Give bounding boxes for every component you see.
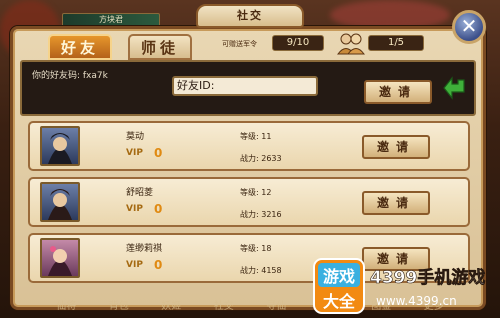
game-screen: 方块君 社交 ✕ 好友 师徒 可赠送军令 9/10 1/5 你的好友码: fxa… — [0, 0, 500, 318]
friend-level: 等级: 12 — [240, 188, 272, 197]
gift-label: 可赠送军令 — [222, 40, 257, 48]
nav-item-social[interactable]: 社交 — [214, 297, 234, 315]
vip-level: 0 — [154, 258, 163, 272]
close-button[interactable]: ✕ — [452, 10, 486, 44]
friend-level: 等级: 11 — [240, 132, 272, 141]
friend-power: 战力: 2633 — [240, 154, 282, 163]
vip-level: 0 — [154, 146, 163, 160]
watermark-title-b: 大全 — [323, 292, 356, 311]
nav-item-xianjiang[interactable]: 仙将 — [56, 297, 76, 315]
invite-button[interactable]: 邀请 — [362, 135, 430, 159]
back-arrow-icon[interactable] — [442, 76, 468, 102]
invite-button[interactable]: 邀请 — [362, 191, 430, 215]
friend-row: 莫动 VIP 0 等级: 11 战力: 2633 邀请 — [28, 121, 470, 171]
friend-id-input[interactable]: 好友ID: — [172, 76, 318, 96]
tab-friends[interactable]: 好友 — [48, 34, 112, 60]
nav-item-xunxian[interactable]: 寻仙 — [266, 297, 286, 315]
tab-mentor[interactable]: 师徒 — [128, 34, 192, 60]
friend-power: 战力: 3216 — [240, 210, 282, 219]
avatar — [40, 182, 80, 222]
nav-item-yaoji[interactable]: 妖姬 — [161, 297, 181, 315]
watermark-logo: 游戏 大全 4399手机游戏 www.4399.cn — [313, 258, 486, 314]
friend-name: 舒昭菱 — [126, 188, 154, 198]
friend-row: 舒昭菱 VIP 0 等级: 12 战力: 3216 邀请 — [28, 177, 470, 227]
watermark-url: www.4399.cn — [376, 294, 457, 308]
friend-count: 1/5 — [368, 35, 424, 51]
vip-label: VIP — [126, 204, 143, 214]
friend-search-panel: 你的好友码: fxa7k 好友ID: 邀请 — [20, 60, 476, 116]
watermark-title-a: 游戏 — [323, 267, 355, 286]
friend-power: 战力: 4158 — [240, 266, 282, 275]
friends-icon — [337, 33, 365, 55]
friend-level: 等级: 18 — [240, 244, 272, 253]
friend-name: 莫动 — [126, 132, 145, 142]
panel-title: 社交 — [196, 4, 304, 28]
avatar — [40, 238, 80, 278]
vip-label: VIP — [126, 260, 143, 270]
search-invite-button[interactable]: 邀请 — [364, 80, 432, 104]
gift-counter: 9/10 — [272, 35, 324, 51]
my-friend-code: 你的好友码: fxa7k — [32, 71, 108, 81]
vip-level: 0 — [154, 202, 163, 216]
watermark-brand: 4399手机游戏 — [370, 267, 485, 288]
player-nameplate: 方块君 — [62, 13, 160, 27]
nav-item-bag[interactable]: 背包 — [109, 297, 129, 315]
avatar — [40, 126, 80, 166]
friend-name: 莲缈莉祺 — [126, 244, 163, 254]
vip-label: VIP — [126, 148, 143, 158]
